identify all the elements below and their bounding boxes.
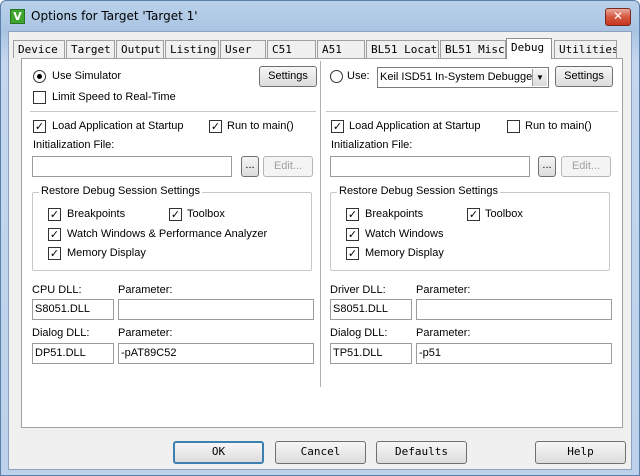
right-memory-display-checkbox[interactable]: ✓ xyxy=(346,247,359,260)
watch-windows-checkbox[interactable]: ✓ xyxy=(48,228,61,241)
toolbox-label: Toolbox xyxy=(187,208,225,220)
init-file-browse-button[interactable]: ... xyxy=(241,156,259,177)
init-file-input[interactable] xyxy=(32,156,232,177)
defaults-button[interactable]: Defaults xyxy=(376,441,467,464)
help-button[interactable]: Help xyxy=(535,441,626,464)
dialog-dll-input[interactable]: DP51.DLL xyxy=(32,343,114,364)
close-icon[interactable]: ✕ xyxy=(605,8,631,26)
right-watch-windows-checkbox[interactable]: ✓ xyxy=(346,228,359,241)
right-init-file-browse-button[interactable]: ... xyxy=(538,156,556,177)
separator xyxy=(326,111,618,112)
tab-target[interactable]: Target xyxy=(66,40,115,58)
dialog-dll-parameter-label: Parameter: xyxy=(118,327,173,339)
right-dialog-dll-label: Dialog DLL: xyxy=(330,327,388,339)
right-init-file-edit-button[interactable]: Edit... xyxy=(561,156,611,177)
init-file-label: Initialization File: xyxy=(33,139,115,151)
cancel-button[interactable]: Cancel xyxy=(275,441,366,464)
load-app-checkbox[interactable]: ✓ xyxy=(33,120,46,133)
right-memory-display-label: Memory Display xyxy=(365,247,444,259)
title-bar[interactable]: V Options for Target 'Target 1' ✕ xyxy=(1,1,639,31)
cpu-dll-parameter-label: Parameter: xyxy=(118,284,173,296)
debugger-select[interactable]: Keil ISD51 In-System Debugger ▼ xyxy=(377,67,549,88)
right-restore-group-title: Restore Debug Session Settings xyxy=(337,185,500,197)
run-to-main-checkbox[interactable]: ✓ xyxy=(209,120,222,133)
tab-a51[interactable]: A51 xyxy=(317,40,365,58)
dialog-dll-parameter-input[interactable]: -pAT89C52 xyxy=(118,343,314,364)
driver-dll-label: Driver DLL: xyxy=(330,284,386,296)
memory-display-label: Memory Display xyxy=(67,247,146,259)
tab-user[interactable]: User xyxy=(220,40,266,58)
options-dialog: V Options for Target 'Target 1' ✕ Device… xyxy=(0,0,640,476)
use-target-label: Use: xyxy=(347,70,370,82)
tab-device[interactable]: Device xyxy=(13,40,65,58)
right-dialog-dll-input[interactable]: TP51.DLL xyxy=(330,343,412,364)
dialog-dll-label: Dialog DLL: xyxy=(32,327,90,339)
driver-dll-parameter-label: Parameter: xyxy=(416,284,471,296)
tab-utilities[interactable]: Utilities xyxy=(554,40,617,58)
breakpoints-label: Breakpoints xyxy=(67,208,126,220)
window-title: Options for Target 'Target 1' xyxy=(31,9,198,23)
limit-speed-checkbox[interactable] xyxy=(33,91,46,104)
tab-c51[interactable]: C51 xyxy=(267,40,316,58)
right-dialog-dll-parameter-label: Parameter: xyxy=(416,327,471,339)
right-dialog-dll-parameter-input[interactable]: -p51 xyxy=(416,343,612,364)
keil-app-icon: V xyxy=(10,9,25,24)
right-breakpoints-label: Breakpoints xyxy=(365,208,424,220)
init-file-edit-button[interactable]: Edit... xyxy=(263,156,313,177)
right-watch-windows-label: Watch Windows xyxy=(365,228,444,240)
right-toolbox-checkbox[interactable]: ✓ xyxy=(467,208,480,221)
debug-tab-panel: Use Simulator Settings Limit Speed to Re… xyxy=(21,58,623,428)
cpu-dll-parameter-input[interactable] xyxy=(118,299,314,320)
right-run-to-main-label: Run to main() xyxy=(525,120,592,132)
column-divider xyxy=(320,61,321,387)
driver-dll-parameter-input[interactable] xyxy=(416,299,612,320)
separator xyxy=(30,111,316,112)
right-init-file-input[interactable] xyxy=(330,156,530,177)
tab-strip: Device Target Output Listing User C51 A5… xyxy=(9,38,629,59)
simulator-settings-button[interactable]: Settings xyxy=(259,66,317,87)
tab-bl51-locate[interactable]: BL51 Locate xyxy=(366,40,439,58)
load-app-label: Load Application at Startup xyxy=(52,120,184,132)
tab-output[interactable]: Output xyxy=(116,40,164,58)
debugger-select-value: Keil ISD51 In-System Debugger xyxy=(380,71,536,83)
tab-listing[interactable]: Listing xyxy=(165,40,219,58)
dialog-client: Device Target Output Listing User C51 A5… xyxy=(8,31,632,470)
breakpoints-checkbox[interactable]: ✓ xyxy=(48,208,61,221)
restore-group-title: Restore Debug Session Settings xyxy=(39,185,202,197)
limit-speed-label: Limit Speed to Real-Time xyxy=(52,91,176,103)
run-to-main-label: Run to main() xyxy=(227,120,294,132)
use-target-radio[interactable] xyxy=(330,70,343,83)
use-simulator-label: Use Simulator xyxy=(52,70,122,82)
cpu-dll-label: CPU DLL: xyxy=(32,284,82,296)
right-toolbox-label: Toolbox xyxy=(485,208,523,220)
right-breakpoints-checkbox[interactable]: ✓ xyxy=(346,208,359,221)
cpu-dll-input[interactable]: S8051.DLL xyxy=(32,299,114,320)
watch-windows-label: Watch Windows & Performance Analyzer xyxy=(67,228,268,240)
right-load-app-label: Load Application at Startup xyxy=(349,120,481,132)
right-init-file-label: Initialization File: xyxy=(331,139,413,151)
right-load-app-checkbox[interactable]: ✓ xyxy=(331,120,344,133)
chevron-down-icon[interactable]: ▼ xyxy=(532,69,547,86)
right-run-to-main-checkbox[interactable] xyxy=(507,120,520,133)
tab-bl51-misc[interactable]: BL51 Misc xyxy=(440,40,506,58)
toolbox-checkbox[interactable]: ✓ xyxy=(169,208,182,221)
ok-button[interactable]: OK xyxy=(173,441,264,464)
memory-display-checkbox[interactable]: ✓ xyxy=(48,247,61,260)
debugger-settings-button[interactable]: Settings xyxy=(555,66,613,87)
driver-dll-input[interactable]: S8051.DLL xyxy=(330,299,412,320)
tab-debug[interactable]: Debug xyxy=(506,38,552,59)
use-simulator-radio[interactable] xyxy=(33,70,46,83)
